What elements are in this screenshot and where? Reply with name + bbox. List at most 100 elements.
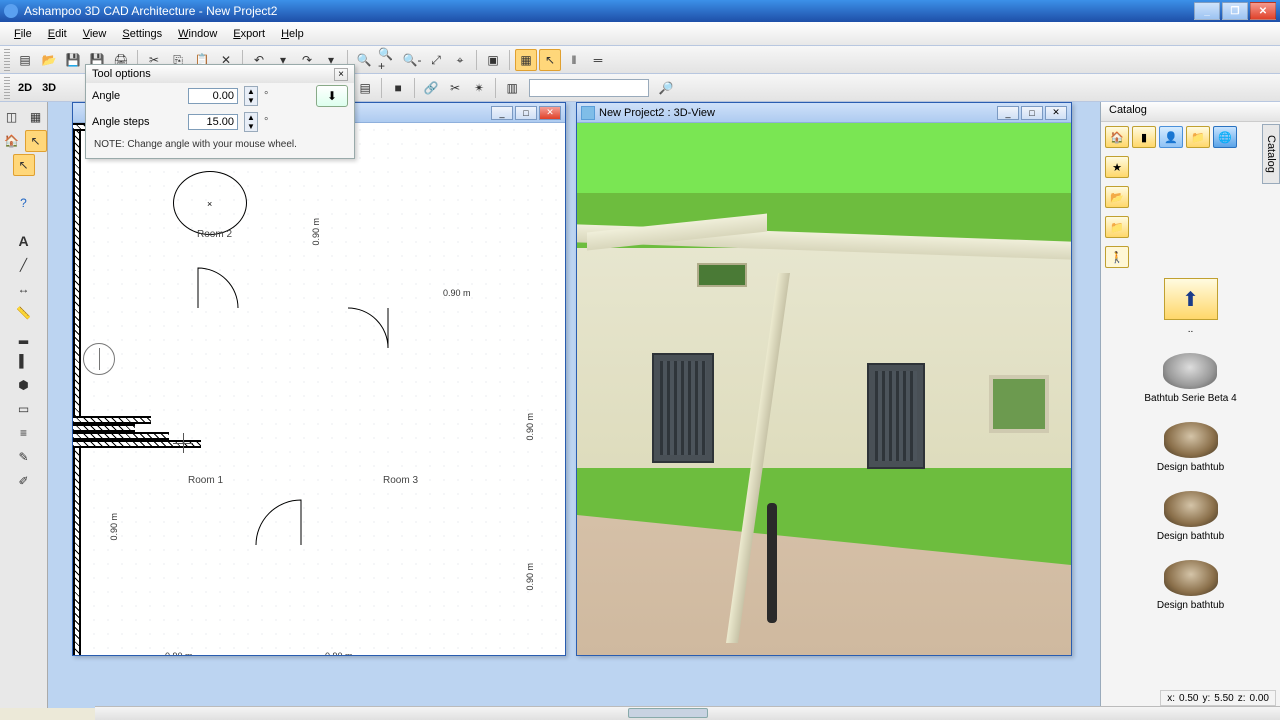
save-button[interactable]: 💾 xyxy=(62,49,84,71)
zoom-fit-button[interactable]: ⤢ xyxy=(425,49,447,71)
paint-tool[interactable]: ✎ xyxy=(13,446,35,468)
tab-2d[interactable]: 2D xyxy=(14,82,36,94)
tool-options-close-icon[interactable]: × xyxy=(334,68,348,81)
view3d-window: New Project2 : 3D-View _ □ ✕ xyxy=(576,102,1072,656)
line-tool[interactable]: ╱ xyxy=(13,254,35,276)
zoom-region-button[interactable]: ⌖ xyxy=(449,49,471,71)
menubar: File Edit View Settings Window Export He… xyxy=(0,22,1280,46)
plan-max-button[interactable]: □ xyxy=(515,106,537,120)
menu-window[interactable]: Window xyxy=(170,25,225,43)
view3d-canvas[interactable] xyxy=(577,123,1071,655)
snap-pointer-button[interactable]: ↖ xyxy=(539,49,561,71)
catalog-folder-button[interactable]: 📂 xyxy=(1105,186,1129,208)
dimension-label: 0.90 m xyxy=(109,513,119,541)
zoom-out-button[interactable]: 🔍- xyxy=(401,49,423,71)
floorplan-tool[interactable]: ◫ xyxy=(1,106,23,128)
zoom-in-button[interactable]: 🔍+ xyxy=(377,49,399,71)
plan-close-button[interactable]: ✕ xyxy=(539,106,561,120)
search-go-button[interactable]: 🔎 xyxy=(655,77,677,99)
apply-angle-button[interactable]: ⬇ xyxy=(316,85,348,107)
bathtub-icon xyxy=(1164,560,1218,596)
stairs-tool[interactable]: ≡ xyxy=(13,422,35,444)
catalog-folder2-button[interactable]: 📁 xyxy=(1105,216,1129,238)
scrollbar-thumb[interactable] xyxy=(628,708,708,718)
layer-button[interactable]: ▤ xyxy=(354,77,376,99)
text-tool[interactable]: A xyxy=(13,230,35,252)
dimension-label: 0.90 m xyxy=(443,288,471,298)
new-file-button[interactable]: ▤ xyxy=(14,49,36,71)
help-tool[interactable]: ? xyxy=(13,192,35,214)
home-tool[interactable]: 🏠 xyxy=(1,130,23,152)
toolbar-grip[interactable] xyxy=(4,77,10,99)
horizontal-scrollbar[interactable] xyxy=(95,706,1280,720)
menu-export[interactable]: Export xyxy=(225,25,273,43)
view3d-icon xyxy=(581,106,595,120)
fullscreen-button[interactable]: ▣ xyxy=(482,49,504,71)
catalog-cat2-button[interactable]: 👤 xyxy=(1159,126,1183,148)
window-close-button[interactable]: ✕ xyxy=(1250,2,1276,20)
guides-v-button[interactable]: ‖ xyxy=(563,49,585,71)
angle-steps-input[interactable] xyxy=(188,114,238,130)
link-button[interactable]: 🔗 xyxy=(420,77,442,99)
catalog-item[interactable]: Bathtub Serie Beta 4 xyxy=(1144,353,1236,404)
toolbar-grip[interactable] xyxy=(4,49,10,71)
menu-view[interactable]: View xyxy=(75,25,115,43)
dimension-label: 0.90 m xyxy=(525,563,535,591)
view3d-title: New Project2 : 3D-View xyxy=(599,107,715,119)
view3d-close-button[interactable]: ✕ xyxy=(1045,106,1067,120)
catalog-item[interactable]: Design bathtub xyxy=(1157,491,1224,542)
catalog-item[interactable]: Design bathtub xyxy=(1157,560,1224,611)
menu-settings[interactable]: Settings xyxy=(114,25,170,43)
menu-help[interactable]: Help xyxy=(273,25,312,43)
break-button[interactable]: ✂ xyxy=(444,77,466,99)
view3d-min-button[interactable]: _ xyxy=(997,106,1019,120)
coord-z-value: 0.00 xyxy=(1250,693,1269,704)
catalog-items: ⬆ .. Bathtub Serie Beta 4 Design bathtub… xyxy=(1101,272,1280,708)
select-tool[interactable]: ↖ xyxy=(13,154,35,176)
catalog-fav-button[interactable]: ★ xyxy=(1105,156,1129,178)
dimension-label: 0.90 m xyxy=(325,651,353,655)
coord-z-label: z: xyxy=(1238,693,1246,704)
quick-search-input[interactable] xyxy=(529,79,649,97)
roof-tool[interactable]: ⬢ xyxy=(13,374,35,396)
view3d-titlebar[interactable]: New Project2 : 3D-View _ □ ✕ xyxy=(577,103,1071,123)
zoom-button[interactable]: 🔍 xyxy=(353,49,375,71)
plan-canvas[interactable]: × Room 2 Room 1 Room 3 0.90 m 0.90 m 0.9… xyxy=(73,123,565,655)
menu-edit[interactable]: Edit xyxy=(40,25,75,43)
catalog-cat1-button[interactable]: ▮ xyxy=(1132,126,1156,148)
explode-button[interactable]: ✴ xyxy=(468,77,490,99)
catalog-person-button[interactable]: 🚶 xyxy=(1105,246,1129,268)
angle-spinner[interactable]: ▲▼ xyxy=(244,86,258,106)
window-tool[interactable]: ▭ xyxy=(13,398,35,420)
align-button[interactable]: ▥ xyxy=(501,77,523,99)
guides-h-button[interactable]: ═ xyxy=(587,49,609,71)
coord-x-value: 0.50 xyxy=(1179,693,1198,704)
grid-tool[interactable]: ▦ xyxy=(25,106,47,128)
view3d-max-button[interactable]: □ xyxy=(1021,106,1043,120)
measure-tool[interactable]: 📏 xyxy=(13,302,35,324)
angle-input[interactable] xyxy=(188,88,238,104)
dimension-tool[interactable]: ↔ xyxy=(13,278,35,300)
wall-tool[interactable]: ▌ xyxy=(13,350,35,372)
catalog-side-tab[interactable]: Catalog xyxy=(1262,124,1280,184)
fill-button[interactable]: ■ xyxy=(387,77,409,99)
open-file-button[interactable]: 📂 xyxy=(38,49,60,71)
eraser-tool[interactable]: ✐ xyxy=(13,470,35,492)
ruler-tool[interactable]: ▂ xyxy=(13,326,35,348)
window-title: Ashampoo 3D CAD Architecture - New Proje… xyxy=(24,4,277,18)
catalog-item[interactable]: Design bathtub xyxy=(1157,422,1224,473)
catalog-title: Catalog xyxy=(1109,104,1147,116)
coord-x-label: x: xyxy=(1167,693,1175,704)
plan-min-button[interactable]: _ xyxy=(491,106,513,120)
pointer-tool[interactable]: ↖ xyxy=(25,130,47,152)
catalog-home-button[interactable]: 🏠 xyxy=(1105,126,1129,148)
catalog-up-item[interactable]: ⬆ .. xyxy=(1164,278,1218,335)
catalog-cat3-button[interactable]: 📁 xyxy=(1186,126,1210,148)
catalog-cat4-button[interactable]: 🌐 xyxy=(1213,126,1237,148)
window-maximize-button[interactable]: ❐ xyxy=(1222,2,1248,20)
grid-toggle-button[interactable]: ▦ xyxy=(515,49,537,71)
menu-file[interactable]: File xyxy=(6,25,40,43)
tab-3d[interactable]: 3D xyxy=(38,82,60,94)
window-minimize-button[interactable]: _ xyxy=(1194,2,1220,20)
angle-steps-spinner[interactable]: ▲▼ xyxy=(244,112,258,132)
